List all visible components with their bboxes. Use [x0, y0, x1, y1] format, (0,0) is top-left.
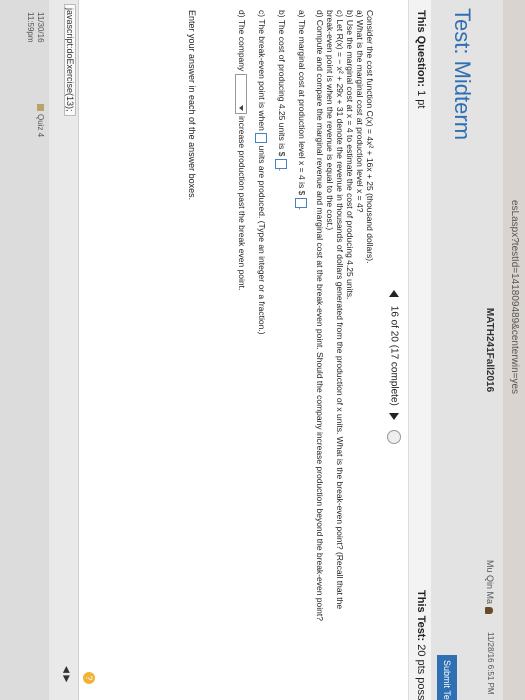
answer-d-select[interactable]: [235, 73, 247, 114]
question-part-a: a) What is the marginal cost at producti…: [355, 10, 365, 213]
submit-test-button[interactable]: Submit Te: [437, 655, 457, 700]
this-question-points: This Question: 1 pt: [415, 10, 427, 108]
answer-b-row: b) The cost of producing 4.25 units is $…: [275, 10, 287, 690]
browser-screen: esLaspx?testId=141809489&centerwin=yes M…: [0, 0, 525, 700]
answer-b-suffix: .: [276, 168, 287, 172]
question-intro: Consider the cost function C(x) = 4x² + …: [365, 10, 375, 264]
question-part-c-continued: break-even point is when the revenue is …: [325, 10, 335, 231]
chevron-down-icon: [239, 104, 243, 111]
answer-c-row: c) The break-even point is when units ar…: [255, 10, 267, 690]
assignment-bar: 11/30/16 11:59pm Quiz 4: [0, 0, 49, 700]
points-bar: This Question: 1 pt This Test: 20 pts po…: [408, 0, 431, 700]
answer-c-input[interactable]: [255, 133, 267, 144]
status-bar: javascript:doExercise(13); ◀ ▶: [48, 0, 79, 700]
this-question-label: This Question:: [415, 10, 427, 87]
this-test-value: 20 pts possi: [415, 644, 427, 700]
this-question-value: 1 pt: [415, 90, 427, 109]
answer-a-input[interactable]: [295, 197, 307, 208]
user-icon: [485, 607, 494, 615]
settings-gear-icon[interactable]: [387, 430, 401, 445]
answer-b-label: b) The cost of producing 4.25 units is $: [276, 10, 287, 157]
scroll-arrows-icon[interactable]: ◀ ▶: [61, 666, 72, 682]
quiz-label: Quiz 4: [36, 114, 45, 138]
question-part-c: c) Let R(x) = − x² + 29x + 31 denote the…: [335, 10, 345, 610]
question-progress[interactable]: 16 of 20 (17 complete): [388, 306, 399, 406]
address-url: esLaspx?testId=141809489&centerwin=yes: [509, 200, 520, 395]
answer-c-label: c) The break-even point is when: [256, 10, 267, 131]
help-icon[interactable]: ?: [83, 672, 95, 684]
answer-c-suffix: units are produced. (Type an integer or …: [256, 145, 267, 335]
user-info[interactable]: Mu Qin Ma: [485, 560, 495, 615]
due-date-line2: 11:59pm: [26, 12, 35, 43]
status-link: javascript:doExercise(13);: [64, 4, 76, 116]
test-header: MATH241Fall2016 Mu Qin Ma 11/28/16 6:51 …: [430, 0, 503, 700]
answer-a-row: a) The marginal cost at production level…: [295, 10, 307, 690]
answer-instruction: Enter your answer in each of the answer …: [187, 10, 197, 201]
this-test-label: This Test:: [415, 590, 427, 642]
answer-b-input[interactable]: [275, 158, 287, 169]
address-bar[interactable]: esLaspx?testId=141809489&centerwin=yes: [503, 0, 525, 700]
answer-d-suffix: increase production past the break even …: [236, 116, 247, 291]
quiz-item[interactable]: Quiz 4: [36, 104, 45, 137]
due-date-line1: 11/30/16: [36, 12, 45, 43]
user-name: Mu Qin Ma: [485, 560, 495, 605]
next-question-icon[interactable]: [389, 412, 399, 420]
question-part-b: b) Use the marginal cost at x = 4 to est…: [345, 10, 355, 300]
question-part-d: d) Compute and compare the marginal reve…: [315, 10, 325, 621]
due-date: 11/30/16 11:59pm: [25, 12, 45, 43]
question-body: Consider the cost function C(x) = 4x² + …: [235, 10, 375, 690]
page-title: Test: Midterm: [450, 8, 475, 141]
answer-d-label: d) The company: [236, 10, 247, 72]
question-navigator: 16 of 20 (17 complete): [387, 290, 401, 445]
answer-a-label: a) The marginal cost at production level…: [296, 10, 307, 196]
date-time: 11/28/16 6:51 PM: [486, 632, 495, 695]
answer-a-suffix: .: [296, 207, 307, 211]
this-test-points: This Test: 20 pts possi: [415, 590, 427, 700]
previous-question-icon[interactable]: [389, 290, 399, 297]
quiz-icon: [36, 104, 44, 111]
answer-d-row: d) The company increase production past …: [235, 10, 247, 690]
